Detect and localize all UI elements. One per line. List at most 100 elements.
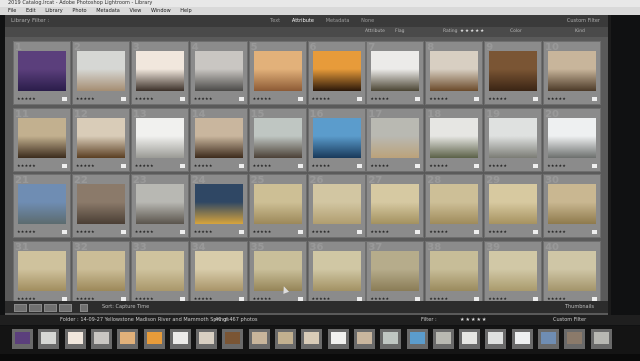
sort-value[interactable]: Capture Time <box>116 304 150 310</box>
menu-library[interactable]: Library <box>45 7 62 15</box>
star-rating[interactable]: ★★★★★ <box>76 296 95 301</box>
star-rating[interactable]: ★★★★★ <box>429 229 448 234</box>
star-rating[interactable]: ★★★★★ <box>429 163 448 168</box>
photo-thumbnail[interactable] <box>253 117 302 158</box>
star-rating[interactable]: ★★★★★ <box>488 163 507 168</box>
photo-thumbnail[interactable] <box>18 51 66 91</box>
photo-cell[interactable]: 40 ★★★★★ <box>543 240 602 305</box>
photo-cell[interactable]: 16 ★★★★★ <box>307 107 366 172</box>
star-rating[interactable]: ★★★★★ <box>253 96 272 101</box>
photo-thumbnail[interactable] <box>312 117 361 158</box>
filmstrip-thumbnail[interactable] <box>38 329 60 349</box>
star-rating[interactable]: ★★★★★ <box>312 163 331 168</box>
photo-cell[interactable]: 22 ★★★★★ <box>71 174 130 238</box>
photo-cell[interactable]: 4 ★★★★★ <box>189 41 248 105</box>
star-rating[interactable]: ★★★★★ <box>17 163 36 168</box>
photo-thumbnail[interactable] <box>430 184 479 224</box>
photo-thumbnail[interactable] <box>312 51 361 91</box>
painter-icon[interactable] <box>80 304 88 312</box>
photo-thumbnail[interactable] <box>548 117 597 158</box>
photo-thumbnail[interactable] <box>489 51 538 91</box>
photo-cell[interactable]: 6 ★★★★★ <box>307 41 366 105</box>
filmstrip-thumbnail[interactable] <box>12 329 33 349</box>
star-rating[interactable]: ★★★★★ <box>135 96 154 101</box>
filmstrip-thumbnail[interactable] <box>64 329 86 349</box>
loupe-view-button[interactable] <box>29 304 42 312</box>
star-rating[interactable]: ★★★★★ <box>370 296 389 301</box>
star-rating[interactable]: ★★★★★ <box>312 96 331 101</box>
photo-cell[interactable]: 33 ★★★★★ <box>130 240 189 305</box>
star-rating[interactable]: ★★★★★ <box>370 163 389 168</box>
photo-thumbnail[interactable] <box>371 250 420 291</box>
star-rating[interactable]: ★★★★★ <box>17 296 36 301</box>
photo-cell[interactable]: 35 ★★★★★ <box>248 240 307 305</box>
photo-cell[interactable]: 5 ★★★★★ <box>248 41 307 105</box>
filmstrip-thumbnail[interactable] <box>511 329 533 349</box>
star-rating[interactable]: ★★★★★ <box>135 163 154 168</box>
menu-edit[interactable]: Edit <box>26 7 36 15</box>
photo-thumbnail[interactable] <box>371 51 420 91</box>
photo-cell[interactable]: 13 ★★★★★ <box>130 107 189 172</box>
photo-thumbnail[interactable] <box>135 250 184 291</box>
photo-thumbnail[interactable] <box>489 184 538 224</box>
star-rating[interactable]: ★★★★★ <box>547 96 566 101</box>
photo-cell[interactable]: 27 ★★★★★ <box>366 174 425 238</box>
photo-thumbnail[interactable] <box>312 250 361 291</box>
photo-thumbnail[interactable] <box>312 184 361 224</box>
photo-thumbnail[interactable] <box>194 51 243 91</box>
star-rating[interactable]: ★★★★★ <box>429 96 448 101</box>
star-rating[interactable]: ★★★★★ <box>76 96 95 101</box>
filmstrip-thumbnail[interactable] <box>406 329 428 349</box>
filmstrip-thumbnail[interactable] <box>196 329 218 349</box>
photo-thumbnail[interactable] <box>76 250 125 291</box>
photo-cell[interactable]: 38 ★★★★★ <box>425 240 484 305</box>
photo-thumbnail[interactable] <box>194 117 243 158</box>
photo-cell[interactable]: 18 ★★★★★ <box>425 107 484 172</box>
star-rating[interactable]: ★★★★★ <box>370 229 389 234</box>
photo-cell[interactable]: 36 ★★★★★ <box>307 240 366 305</box>
tab-metadata[interactable]: Metadata <box>326 15 350 27</box>
photo-cell[interactable]: 30 ★★★★★ <box>543 174 602 238</box>
photo-cell[interactable]: 10 ★★★★★ <box>543 41 602 105</box>
filmstrip-thumbnail[interactable] <box>248 329 270 349</box>
star-rating[interactable]: ★★★★★ <box>194 163 213 168</box>
photo-cell[interactable]: 3 ★★★★★ <box>130 41 189 105</box>
star-rating[interactable]: ★★★★★ <box>488 96 507 101</box>
photo-cell[interactable]: 23 ★★★★★ <box>130 174 189 238</box>
photo-cell[interactable]: 7 ★★★★★ <box>366 41 425 105</box>
star-rating[interactable]: ★★★★★ <box>17 229 36 234</box>
menu-help[interactable]: Help <box>180 7 191 15</box>
photo-cell[interactable]: 28 ★★★★★ <box>425 174 484 238</box>
photo-thumbnail[interactable] <box>548 184 597 224</box>
filmstrip-thumbnail[interactable] <box>169 329 191 349</box>
menu-file[interactable]: File <box>8 7 16 15</box>
filmstrip-thumbnail[interactable] <box>275 329 296 349</box>
menu-window[interactable]: Window <box>151 7 171 15</box>
flag-filter[interactable]: Flag <box>395 27 404 37</box>
photo-thumbnail[interactable] <box>194 250 243 291</box>
photo-thumbnail[interactable] <box>194 184 243 224</box>
filmstrip-thumbnail[interactable] <box>90 329 112 349</box>
photo-thumbnail[interactable] <box>18 250 66 291</box>
filmstrip-thumbnail[interactable] <box>327 329 349 349</box>
filmstrip-folder-path[interactable]: Folder : 14-09-27 Yellowstone Madison Ri… <box>60 315 229 325</box>
photo-cell[interactable]: 15 ★★★★★ <box>248 107 307 172</box>
star-rating[interactable]: ★★★★★ <box>194 96 213 101</box>
star-rating[interactable]: ★★★★★ <box>253 229 272 234</box>
tab-text[interactable]: Text <box>270 15 280 27</box>
photo-thumbnail[interactable] <box>430 117 479 158</box>
star-rating[interactable]: ★★★★★ <box>312 296 331 301</box>
photo-cell[interactable]: 32 ★★★★★ <box>71 240 130 305</box>
photo-cell[interactable]: 24 ★★★★★ <box>189 174 248 238</box>
star-rating[interactable]: ★★★★★ <box>194 229 213 234</box>
photo-thumbnail[interactable] <box>253 250 302 291</box>
star-rating[interactable]: ★★★★★ <box>370 96 389 101</box>
photo-cell[interactable]: 8 ★★★★★ <box>425 41 484 105</box>
photo-thumbnail[interactable] <box>430 250 479 291</box>
star-rating[interactable]: ★★★★★ <box>488 296 507 301</box>
filmstrip-thumbnail[interactable] <box>222 329 244 349</box>
photo-thumbnail[interactable] <box>548 51 597 91</box>
filmstrip-thumbnail[interactable] <box>432 329 454 349</box>
star-rating[interactable]: ★★★★★ <box>76 163 95 168</box>
photo-cell[interactable]: 31 ★★★★★ <box>13 240 71 305</box>
